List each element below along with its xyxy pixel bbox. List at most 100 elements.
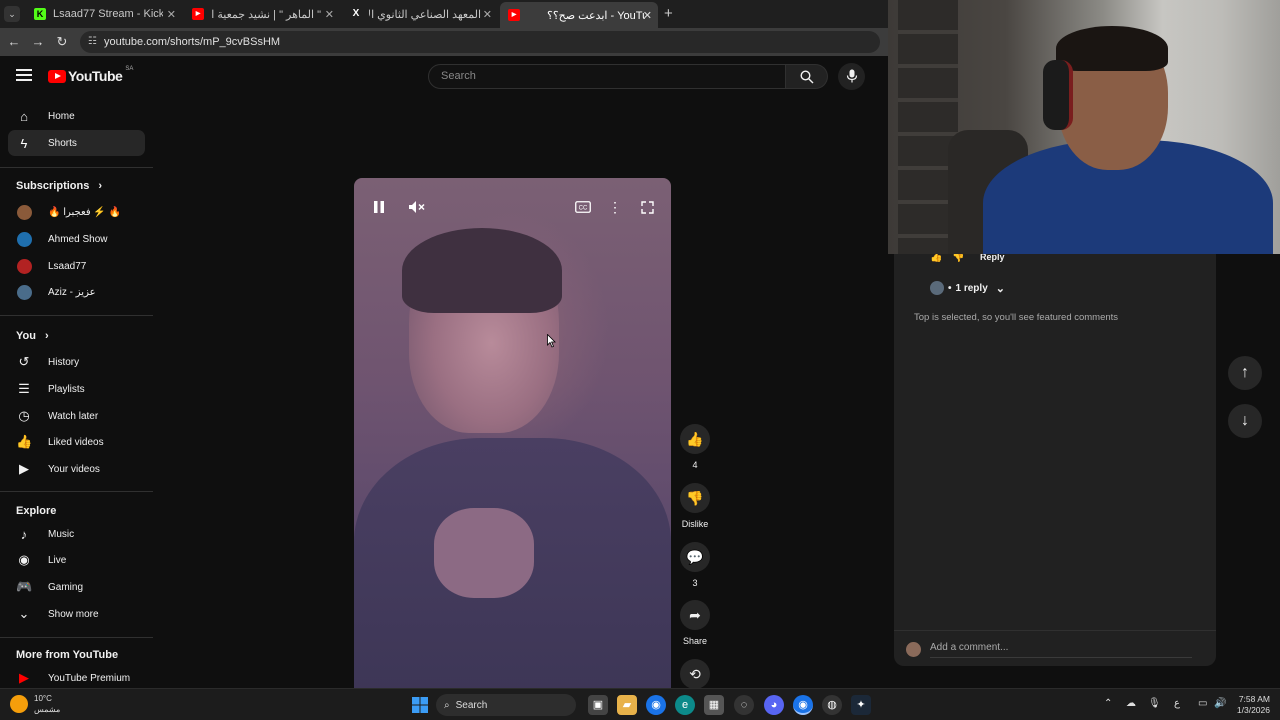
sidebar-item-playlists[interactable]: ☰ Playlists xyxy=(8,376,145,402)
explore-heading: Explore xyxy=(16,505,57,517)
new-tab-button[interactable]: + xyxy=(664,5,673,22)
youtube-icon: ▶ xyxy=(192,8,204,20)
tray-overflow-icon[interactable]: ⌃ xyxy=(1104,698,1112,709)
sidebar-item-music[interactable]: ♪ Music xyxy=(8,521,145,547)
sidebar-item-home[interactable]: ⌂ Home xyxy=(8,103,145,129)
weather-widget[interactable]: 10°C مشمس xyxy=(10,693,60,715)
browser-tab-x[interactable]: X المعهد الصناعي الثانوي الأول بالرياض ✕ xyxy=(342,4,498,24)
chrome-active-icon[interactable]: ◉ xyxy=(793,695,813,715)
sidebar-item-live[interactable]: ◉ Live xyxy=(8,547,145,573)
pause-icon xyxy=(374,201,384,213)
sidebar-item-shorts[interactable]: ϟ Shorts xyxy=(8,130,145,156)
sidebar-item-show-more[interactable]: ⌄ Show more xyxy=(8,601,145,627)
weather-sun-icon xyxy=(10,695,28,713)
weather-temp: 10°C xyxy=(34,694,52,703)
avatar xyxy=(17,231,32,247)
forward-button[interactable]: → xyxy=(30,34,46,50)
language-indicator[interactable]: ع xyxy=(1174,698,1180,709)
avatar xyxy=(930,281,944,295)
share-label: Share xyxy=(682,636,708,646)
app-icon[interactable]: ◌ xyxy=(734,695,754,715)
browser-tab-kick[interactable]: K Lsaad77 Stream - Kick Dashboard ✕ xyxy=(26,4,182,24)
pause-button[interactable] xyxy=(366,194,392,220)
menu-icon[interactable] xyxy=(16,68,32,82)
sidebar-item-subscription[interactable]: Ahmed Show xyxy=(8,226,145,252)
weather-desc: مشمس xyxy=(34,705,61,714)
reload-button[interactable]: ↻ xyxy=(54,34,70,50)
youtube-logo[interactable]: YouTube SA xyxy=(48,66,133,84)
browser-tab-youtube-active[interactable]: ▶ ابدعت صح؟؟ - YouTube ✕ xyxy=(500,2,658,28)
dislike-action[interactable]: 👎 Dislike xyxy=(680,483,710,529)
sidebar-item-subscription[interactable]: 🔥 ⚡ فعجبرا 🔥 xyxy=(8,199,145,225)
x-icon: X xyxy=(352,8,360,19)
tray-app-icon[interactable]: ☁ xyxy=(1126,698,1136,709)
taskbar-search[interactable]: ⌕ Search xyxy=(436,694,576,716)
chrome-icon[interactable]: ◉ xyxy=(646,695,666,715)
close-icon[interactable]: ✕ xyxy=(483,8,492,21)
site-info-icon[interactable]: ☷ xyxy=(88,31,97,53)
add-comment-input[interactable]: Add a comment... xyxy=(930,642,1192,658)
clock[interactable]: 7:58 AM 1/3/2026 xyxy=(1232,694,1270,716)
like-action[interactable]: 👍 4 xyxy=(680,424,710,470)
close-icon[interactable]: ✕ xyxy=(643,9,652,22)
sidebar-item-your-videos[interactable]: ▶ Your videos xyxy=(8,456,145,482)
search-input[interactable]: Search xyxy=(428,64,786,89)
gaming-icon: 🎮 xyxy=(16,579,33,594)
kick-icon: K xyxy=(34,8,46,20)
back-button[interactable]: ← xyxy=(6,34,22,50)
live-icon: ◉ xyxy=(18,552,30,567)
close-icon[interactable]: ✕ xyxy=(167,8,176,21)
chevron-right-icon: › xyxy=(45,330,49,342)
subscriptions-heading[interactable]: Subscriptions › xyxy=(16,180,102,192)
sidebar-item-liked-videos[interactable]: 👍 Liked videos xyxy=(8,429,145,455)
address-bar-row: ← → ↻ ☷ youtube.com/shorts/mP_9cvBSsHM xyxy=(0,28,888,56)
youtube-premium-icon: ▶ xyxy=(19,670,29,685)
view-replies-button[interactable]: • 1 reply ⌄ xyxy=(930,281,1005,295)
steam-icon[interactable]: ✦ xyxy=(851,695,871,715)
webcam-person-hair xyxy=(1056,26,1168,71)
share-action[interactable]: ➦ Share xyxy=(680,600,710,646)
app-icon[interactable]: ◍ xyxy=(822,695,842,715)
sidebar-item-label: History xyxy=(48,356,80,368)
previous-short-button[interactable]: ↑ xyxy=(1228,356,1262,390)
task-view-icon[interactable]: ▣ xyxy=(588,695,608,715)
url-input[interactable]: ☷ youtube.com/shorts/mP_9cvBSsHM xyxy=(80,31,880,53)
file-explorer-icon[interactable]: ▰ xyxy=(617,695,637,715)
microsoft-store-icon[interactable]: ▦ xyxy=(704,695,724,715)
shorts-video-player[interactable]: CC ⋮ xyxy=(354,178,671,688)
sidebar-item-gaming[interactable]: 🎮 Gaming xyxy=(8,574,145,600)
sidebar-item-subscription[interactable]: Aziz - عزيز xyxy=(8,279,145,305)
close-icon[interactable]: ✕ xyxy=(325,8,334,21)
you-heading[interactable]: You › xyxy=(16,330,49,342)
sidebar-item-label: Gaming xyxy=(48,581,84,593)
remix-action[interactable]: ⟲ xyxy=(680,659,710,689)
more-options-button[interactable]: ⋮ xyxy=(602,194,628,220)
dislike-label: Dislike xyxy=(681,519,709,529)
fullscreen-icon xyxy=(640,201,654,214)
next-short-button[interactable]: ↓ xyxy=(1228,404,1262,438)
arrow-up-icon: ↑ xyxy=(1241,364,1249,381)
fullscreen-button[interactable] xyxy=(634,194,660,220)
webcam-overlay xyxy=(888,0,1280,254)
browser-tab-youtube-nasheed[interactable]: ▶ " الماهر " | نشيد جمعية الماهر بالقرآن… xyxy=(184,4,340,24)
search-button[interactable] xyxy=(786,64,828,89)
comments-action[interactable]: 💬 3 xyxy=(680,542,710,588)
tray-mic-icon[interactable]: 🎙 xyxy=(1148,698,1161,709)
tray-network-icon[interactable]: ▭ xyxy=(1198,698,1207,709)
browser-tab-bar: ⌄ K Lsaad77 Stream - Kick Dashboard ✕ ▶ … xyxy=(0,0,888,28)
tab-title: ابدعت صح؟؟ - YouTube xyxy=(547,9,645,22)
tray-volume-icon[interactable]: 🔊 xyxy=(1214,698,1226,709)
captions-button[interactable]: CC xyxy=(570,194,596,220)
sidebar-item-history[interactable]: ↺ History xyxy=(8,349,145,375)
sidebar-item-subscription[interactable]: Lsaad77 xyxy=(8,253,145,279)
sidebar-item-label: Aziz - عزيز xyxy=(48,286,96,298)
arrow-down-icon: ↓ xyxy=(1241,412,1249,429)
sidebar-item-label: Watch later xyxy=(48,410,99,422)
tab-list-dropdown[interactable]: ⌄ xyxy=(4,6,20,22)
voice-search-button[interactable] xyxy=(838,63,865,90)
edge-icon[interactable]: e xyxy=(675,695,695,715)
start-button[interactable] xyxy=(410,695,430,715)
discord-icon[interactable]: ◕ xyxy=(764,695,784,715)
sidebar-item-watch-later[interactable]: ◷ Watch later xyxy=(8,403,145,429)
mute-button[interactable] xyxy=(404,194,430,220)
